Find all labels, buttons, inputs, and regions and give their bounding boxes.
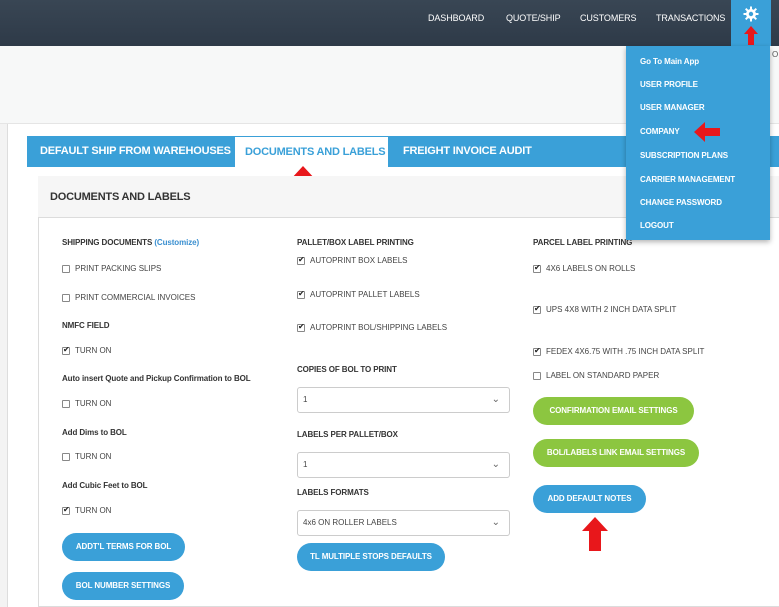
auto-insert-heading: Auto insert Quote and Pickup Confirmatio… [62, 374, 251, 383]
select-value: 1 [303, 395, 308, 404]
option-label: TURN ON [75, 506, 112, 515]
option-label: UPS 4X8 WITH 2 INCH DATA SPLIT [546, 305, 677, 314]
chevron-down-icon: ⌄ [491, 459, 500, 470]
nmfc-turn-on-option[interactable]: TURN ON [62, 345, 112, 355]
labels-formats-select[interactable]: 4x6 ON ROLLER LABELS ⌄ [297, 510, 510, 536]
print-packing-slips-option[interactable]: PRINT PACKING SLIPS [62, 264, 161, 273]
autoprint-pallet-labels-checkbox[interactable] [297, 289, 305, 299]
menu-item-user-profile[interactable]: USER PROFILE [640, 80, 698, 89]
edge-text: O [772, 50, 779, 59]
add-cubic-feet-heading: Add Cubic Feet to BOL [62, 481, 148, 490]
ups-4x8-option[interactable]: UPS 4X8 WITH 2 INCH DATA SPLIT [533, 304, 677, 314]
top-navbar: DASHBOARD QUOTE/SHIP CUSTOMERS TRANSACTI… [0, 0, 779, 46]
option-label: AUTOPRINT BOX LABELS [310, 256, 408, 265]
chevron-down-icon: ⌄ [491, 517, 500, 528]
auto-insert-turn-on-option[interactable]: TURN ON [62, 399, 111, 408]
chevron-down-icon: ⌄ [491, 394, 500, 405]
menu-item-logout[interactable]: LOGOUT [640, 221, 674, 230]
panel-title: DOCUMENTS AND LABELS [50, 191, 191, 203]
fedex-4x675-checkbox[interactable] [533, 346, 541, 356]
option-label: PRINT PACKING SLIPS [75, 264, 162, 273]
pallet-box-label-printing-heading: PALLET/BOX LABEL PRINTING [297, 238, 414, 247]
4x6-labels-on-rolls-checkbox[interactable] [533, 263, 541, 273]
addtl-terms-for-bol-button[interactable]: ADDT'L TERMS FOR BOL [62, 533, 185, 561]
fedex-4x675-option[interactable]: FEDEX 4X6.75 WITH .75 INCH DATA SPLIT [533, 346, 705, 356]
labels-per-pallet-box-heading: LABELS PER PALLET/BOX [297, 430, 398, 439]
settings-dropdown-menu [626, 46, 770, 240]
confirmation-email-settings-button[interactable]: CONFIRMATION EMAIL SETTINGS [533, 397, 694, 425]
autoprint-bol-shipping-labels-checkbox[interactable] [297, 322, 305, 332]
tab-default-ship-from-warehouses[interactable]: DEFAULT SHIP FROM WAREHOUSES [40, 136, 231, 167]
customize-link[interactable]: (Customize) [154, 238, 199, 247]
add-dims-turn-on-checkbox[interactable] [62, 452, 70, 461]
option-label: AUTOPRINT PALLET LABELS [310, 290, 420, 299]
select-value: 1 [303, 460, 308, 469]
menu-item-go-to-main-app[interactable]: Go To Main App [640, 57, 699, 66]
print-packing-slips-checkbox[interactable] [62, 264, 70, 273]
menu-item-change-password[interactable]: CHANGE PASSWORD [640, 198, 722, 207]
menu-item-user-manager[interactable]: USER MANAGER [640, 103, 705, 112]
label-on-standard-paper-checkbox[interactable] [533, 371, 541, 380]
option-label: LABEL ON STANDARD PAPER [546, 371, 660, 380]
print-commercial-invoices-option[interactable]: PRINT COMMERCIAL INVOICES [62, 293, 195, 302]
tab-freight-invoice-audit[interactable]: FREIGHT INVOICE AUDIT [403, 136, 532, 167]
option-label: TURN ON [75, 452, 112, 461]
shipping-documents-label: SHIPPING DOCUMENTS [62, 238, 153, 247]
labels-formats-heading: LABELS FORMATS [297, 488, 369, 497]
add-cubic-feet-turn-on-checkbox[interactable] [62, 505, 70, 515]
option-label: TURN ON [75, 346, 112, 355]
red-arrow-icon [694, 122, 720, 142]
left-sidebar-edge [0, 124, 8, 607]
gear-icon [743, 6, 759, 22]
menu-item-subscription-plans[interactable]: SUBSCRIPTION PLANS [640, 151, 728, 160]
add-cubic-feet-turn-on-option[interactable]: TURN ON [62, 505, 112, 515]
red-arrow-icon [582, 517, 608, 551]
add-dims-turn-on-option[interactable]: TURN ON [62, 452, 111, 461]
option-label: FEDEX 4X6.75 WITH .75 INCH DATA SPLIT [546, 347, 705, 356]
option-label: 4X6 LABELS ON ROLLS [546, 264, 636, 273]
add-dims-heading: Add Dims to BOL [62, 428, 127, 437]
tab-documents-and-labels[interactable]: DOCUMENTS AND LABELS [235, 136, 388, 167]
autoprint-box-labels-checkbox[interactable] [297, 255, 305, 265]
copies-of-bol-heading: COPIES OF BOL TO PRINT [297, 365, 397, 374]
nav-transactions[interactable]: TRANSACTIONS [656, 13, 725, 23]
tl-multiple-stops-defaults-button[interactable]: TL MULTIPLE STOPS DEFAULTS [297, 543, 445, 571]
shipping-documents-heading: SHIPPING DOCUMENTS (Customize) [62, 238, 199, 247]
autoprint-bol-shipping-labels-option[interactable]: AUTOPRINT BOL/SHIPPING LABELS [297, 322, 448, 332]
option-label: AUTOPRINT BOL/SHIPPING LABELS [310, 323, 448, 332]
option-label: PRINT COMMERCIAL INVOICES [75, 293, 196, 302]
menu-item-company[interactable]: COMPANY [640, 127, 680, 136]
auto-insert-turn-on-checkbox[interactable] [62, 399, 70, 408]
4x6-labels-on-rolls-option[interactable]: 4X6 LABELS ON ROLLS [533, 263, 636, 273]
bol-number-settings-button[interactable]: BOL NUMBER SETTINGS [62, 572, 184, 600]
autoprint-pallet-labels-option[interactable]: AUTOPRINT PALLET LABELS [297, 289, 420, 299]
nav-quote-ship[interactable]: QUOTE/SHIP [506, 13, 561, 23]
add-default-notes-button[interactable]: ADD DEFAULT NOTES [533, 485, 646, 513]
autoprint-box-labels-option[interactable]: AUTOPRINT BOX LABELS [297, 255, 408, 265]
parcel-label-printing-heading: PARCEL LABEL PRINTING [533, 238, 633, 247]
label-on-standard-paper-option[interactable]: LABEL ON STANDARD PAPER [533, 371, 659, 380]
select-value: 4x6 ON ROLLER LABELS [303, 518, 397, 527]
red-arrow-icon [744, 26, 758, 45]
ups-4x8-checkbox[interactable] [533, 304, 541, 314]
bol-labels-link-email-settings-button[interactable]: BOL/LABELS LINK EMAIL SETTINGS [533, 439, 699, 467]
nmfc-field-heading: NMFC FIELD [62, 321, 110, 330]
menu-item-carrier-management[interactable]: CARRIER MANAGEMENT [640, 175, 735, 184]
settings-button[interactable] [731, 0, 771, 46]
option-label: TURN ON [75, 399, 112, 408]
copies-of-bol-select[interactable]: 1 ⌄ [297, 387, 510, 413]
print-commercial-invoices-checkbox[interactable] [62, 293, 70, 302]
nmfc-turn-on-checkbox[interactable] [62, 345, 70, 355]
nav-customers[interactable]: CUSTOMERS [580, 13, 637, 23]
nav-dashboard[interactable]: DASHBOARD [428, 13, 484, 23]
labels-per-pallet-box-select[interactable]: 1 ⌄ [297, 452, 510, 478]
